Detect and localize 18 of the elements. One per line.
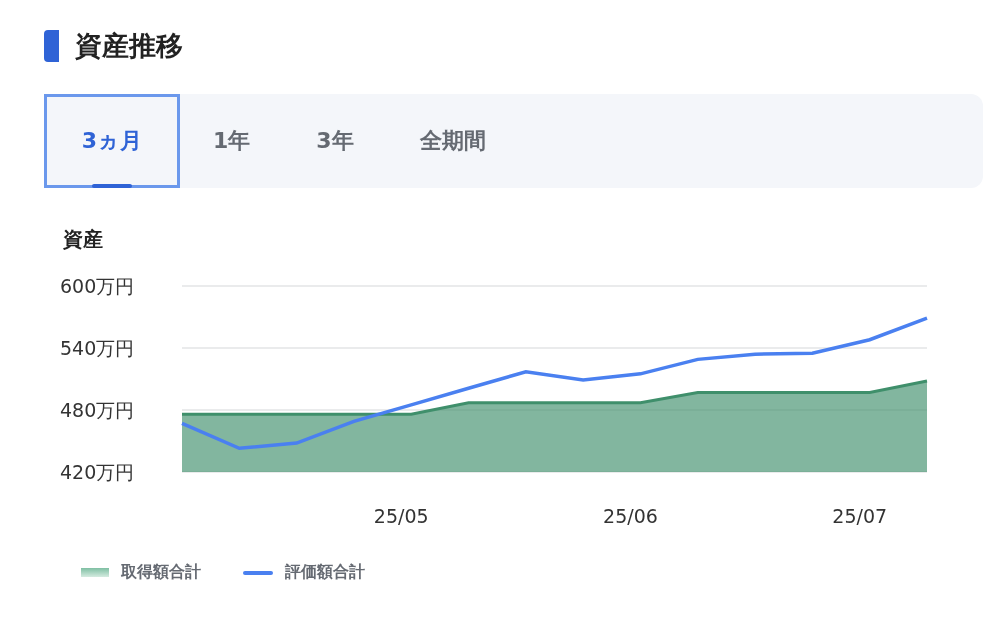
period-tab[interactable]: 1年 bbox=[180, 94, 284, 188]
heading-marker bbox=[44, 30, 59, 62]
legend-swatch bbox=[81, 568, 109, 577]
y-axis-label: 480万円 bbox=[60, 399, 135, 421]
y-axis-label: 420万円 bbox=[60, 461, 135, 483]
x-axis-label: 25/06 bbox=[603, 505, 658, 527]
y-axis-label: 540万円 bbox=[60, 337, 135, 359]
period-tab[interactable]: 全期間 bbox=[386, 94, 519, 188]
legend-label: 取得額合計 bbox=[121, 562, 201, 583]
legend-line-icon bbox=[243, 570, 273, 575]
section-title: 資産推移 bbox=[75, 29, 183, 63]
legend-label: 評価額合計 bbox=[285, 562, 365, 583]
chart-title: 資産 bbox=[63, 226, 104, 253]
x-axis-label: 25/05 bbox=[373, 505, 429, 527]
period-tab[interactable]: 3年 bbox=[283, 94, 387, 188]
period-tab[interactable]: 3ヵ月 bbox=[44, 94, 180, 188]
x-axis-label: 25/07 bbox=[832, 505, 888, 527]
y-axis-label: 600万円 bbox=[60, 275, 135, 297]
